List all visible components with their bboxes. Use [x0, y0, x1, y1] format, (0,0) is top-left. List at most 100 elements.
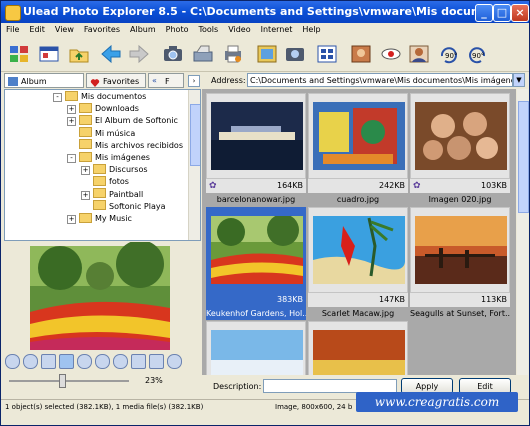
- thumbnail-item[interactable]: 147KB Scarlet Macaw.jpg: [308, 207, 408, 321]
- thumbnail-image[interactable]: [308, 207, 408, 293]
- tree-item[interactable]: + Discursos: [81, 163, 148, 176]
- actual-size-icon[interactable]: [41, 354, 56, 369]
- menu-help[interactable]: Help: [297, 23, 325, 34]
- tree-scrollbar-thumb[interactable]: [190, 104, 200, 166]
- tab-folders[interactable]: «F: [148, 73, 184, 88]
- expand-icon[interactable]: +: [67, 117, 76, 127]
- tree-item-label: Mis imágenes: [95, 153, 150, 162]
- tab-album-calendar[interactable]: Album Calendar: [4, 73, 84, 101]
- thumbnail-item[interactable]: 164KB ✿ barcelonanowar.jpg: [206, 93, 306, 207]
- thumbnail-image[interactable]: [410, 93, 510, 179]
- tree-item[interactable]: + Paintball: [81, 188, 144, 201]
- menu-video[interactable]: Video: [223, 23, 255, 34]
- menu-photo[interactable]: Photo: [161, 23, 194, 34]
- menu-album[interactable]: Album: [125, 23, 161, 34]
- tree-item-label: Mis documentos: [81, 92, 147, 101]
- menu-file[interactable]: File: [1, 23, 24, 34]
- red-eye-tool-icon[interactable]: [167, 354, 182, 369]
- tree-item-label: My Music: [95, 214, 132, 223]
- description-input[interactable]: [263, 379, 397, 393]
- thumbnail-item[interactable]: 242KB cuadro.jpg: [308, 93, 408, 207]
- file-size: 242KB: [308, 179, 408, 193]
- expand-icon[interactable]: +: [67, 215, 76, 224]
- tree-item[interactable]: Mi música: [79, 127, 136, 140]
- rotate-right-icon[interactable]: 90°: [465, 43, 489, 65]
- thumbnail-image[interactable]: [410, 207, 510, 293]
- film-icon[interactable]: [149, 354, 164, 369]
- tree-scrollbar[interactable]: [188, 90, 200, 240]
- maximize-button[interactable]: □: [493, 4, 511, 22]
- flip-icon[interactable]: [113, 354, 128, 369]
- photo-edit-icon[interactable]: [349, 43, 373, 65]
- album-icon[interactable]: [315, 43, 339, 65]
- zoom-out-icon[interactable]: [23, 354, 38, 369]
- capture-icon[interactable]: [283, 43, 307, 65]
- preview-image: [30, 240, 170, 350]
- collapse-icon[interactable]: -: [67, 154, 76, 163]
- menu-tools[interactable]: Tools: [193, 23, 223, 34]
- thumbnail-partial[interactable]: [206, 321, 306, 375]
- slideshow-icon[interactable]: [255, 43, 279, 65]
- forward-arrow-icon[interactable]: [127, 43, 151, 65]
- expand-icon[interactable]: +: [81, 166, 90, 176]
- grid-scrollbar-thumb[interactable]: [518, 101, 529, 213]
- portrait-icon[interactable]: [407, 43, 431, 65]
- thumbnail-view-button[interactable]: [7, 43, 31, 65]
- file-size: 113KB: [410, 293, 510, 307]
- tree-item-label: Mis archivos recibidos: [95, 140, 183, 150]
- collapse-icon[interactable]: -: [53, 93, 62, 102]
- menu-internet[interactable]: Internet: [256, 23, 298, 34]
- address-input[interactable]: C:\Documents and Settings\vmware\Mis doc…: [247, 73, 513, 87]
- svg-text:90°: 90°: [472, 52, 484, 60]
- tree-item[interactable]: + Downloads: [67, 102, 139, 115]
- tab-favorites[interactable]: Favorites: [86, 73, 146, 88]
- tree-item[interactable]: + My Music: [67, 212, 132, 225]
- thumbnail-image[interactable]: [206, 207, 306, 293]
- tree-item-label: Mi música: [95, 128, 136, 138]
- folder-view-button[interactable]: [37, 43, 61, 65]
- folder-up-button[interactable]: [67, 43, 91, 65]
- minimize-button[interactable]: _: [475, 4, 493, 22]
- zoom-slider-thumb[interactable]: [59, 374, 66, 388]
- folder-icon: [79, 114, 92, 125]
- thumbnail-image[interactable]: [308, 93, 408, 179]
- back-arrow-icon[interactable]: [99, 43, 123, 65]
- status-image-info: Image, 800x600, 24 b: [275, 403, 353, 411]
- fit-window-icon[interactable]: [59, 354, 74, 369]
- thumbnail-partial[interactable]: [308, 321, 408, 375]
- thumbnail-item[interactable]: 103KB ✿ Imagen 020.jpg: [410, 93, 510, 207]
- folder-tree: - Mis documentos + Downloads + El Album de So…: [4, 89, 201, 241]
- scanner-icon[interactable]: [191, 43, 215, 65]
- tree-item-label: Paintball: [109, 189, 144, 199]
- tree-item[interactable]: - Mis documentos: [53, 90, 147, 103]
- zoom-in-icon[interactable]: [5, 354, 20, 369]
- menu-favorites[interactable]: Favorites: [79, 23, 125, 34]
- zoom-slider-track[interactable]: [9, 380, 129, 382]
- rotate-left-icon[interactable]: 90°: [437, 43, 461, 65]
- thumbnail-item[interactable]: 383KB Keukenhof Gardens, Hol...: [206, 207, 306, 321]
- title-bar[interactable]: Ulead Photo Explorer 8.5 - C:\Documents …: [1, 1, 529, 23]
- rotate-ccw-icon[interactable]: [77, 354, 92, 369]
- tree-item[interactable]: - Mis imágenes: [67, 151, 150, 164]
- tree-item[interactable]: fotos: [93, 175, 129, 188]
- menu-view[interactable]: View: [50, 23, 79, 34]
- tree-item[interactable]: Softonic Playa: [93, 200, 166, 213]
- tree-item[interactable]: + El Album de Softonic: [67, 114, 178, 127]
- red-eye-icon[interactable]: [379, 43, 403, 65]
- print-icon[interactable]: [221, 43, 245, 65]
- tree-item-label: El Album de Softonic: [95, 116, 178, 126]
- grid-scrollbar[interactable]: [517, 89, 529, 375]
- tree-item[interactable]: Mis archivos recibidos: [79, 139, 183, 152]
- menu-edit[interactable]: Edit: [24, 23, 50, 34]
- rotate-cw-icon[interactable]: [95, 354, 110, 369]
- expand-icon[interactable]: +: [81, 190, 90, 200]
- address-dropdown-button[interactable]: ▼: [513, 73, 525, 87]
- camera-icon[interactable]: [161, 43, 185, 65]
- tab-scroll-right-button[interactable]: ›: [188, 75, 200, 87]
- thumbnail-image[interactable]: [206, 93, 306, 179]
- expand-icon[interactable]: +: [67, 105, 76, 115]
- close-button[interactable]: ×: [511, 4, 529, 22]
- file-name: Imagen 020.jpg: [428, 195, 492, 204]
- info-icon[interactable]: [131, 354, 146, 369]
- thumbnail-item[interactable]: 113KB Seagulls at Sunset, Fort...: [410, 207, 510, 321]
